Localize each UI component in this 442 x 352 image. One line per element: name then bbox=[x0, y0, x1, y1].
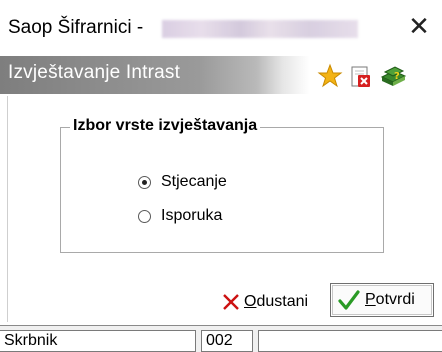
close-button[interactable]: ✕ bbox=[406, 13, 432, 39]
radio-isporuka[interactable] bbox=[138, 209, 151, 223]
group-title: Izbor vrste izvještavanja bbox=[70, 117, 261, 135]
cancel-button[interactable]: Odustani bbox=[221, 286, 325, 318]
confirm-label: otvrdi bbox=[375, 291, 415, 308]
confirm-accesskey: P bbox=[365, 291, 376, 308]
confirm-button[interactable]: Potvrdi bbox=[330, 283, 434, 317]
radio-label-stjecanje: Stjecanje bbox=[161, 173, 227, 190]
redacted-title-part bbox=[162, 20, 358, 38]
radio-label-isporuka: Isporuka bbox=[161, 207, 223, 224]
radio-option-stjecanje[interactable]: Stjecanje bbox=[138, 171, 227, 193]
radio-stjecanje[interactable] bbox=[138, 175, 151, 189]
title-bar: Saop Šifrarnici - ✕ bbox=[0, 0, 442, 56]
status-cell-empty bbox=[258, 330, 442, 352]
window-title: Saop Šifrarnici - bbox=[8, 17, 144, 38]
delete-document-icon[interactable] bbox=[347, 63, 373, 89]
svg-text:?: ? bbox=[394, 71, 400, 82]
header-title: Izvještavanje Intrast bbox=[8, 62, 181, 83]
status-cell-code: 002 bbox=[201, 330, 253, 352]
status-cell-owner: Skrbnik bbox=[0, 330, 196, 352]
help-books-icon[interactable]: ? bbox=[379, 63, 407, 89]
cancel-label: dustani bbox=[256, 293, 309, 310]
status-bar: Skrbnik 002 bbox=[0, 325, 442, 352]
cancel-x-icon bbox=[221, 292, 241, 312]
star-icon[interactable] bbox=[317, 63, 343, 89]
checkmark-icon bbox=[337, 288, 361, 312]
header-banner: Izvještavanje Intrast bbox=[0, 56, 442, 94]
cancel-accesskey: O bbox=[244, 293, 257, 310]
radio-option-isporuka[interactable]: Isporuka bbox=[138, 205, 222, 227]
dialog-window: Saop Šifrarnici - ✕ Izvještavanje Intras… bbox=[0, 0, 442, 352]
